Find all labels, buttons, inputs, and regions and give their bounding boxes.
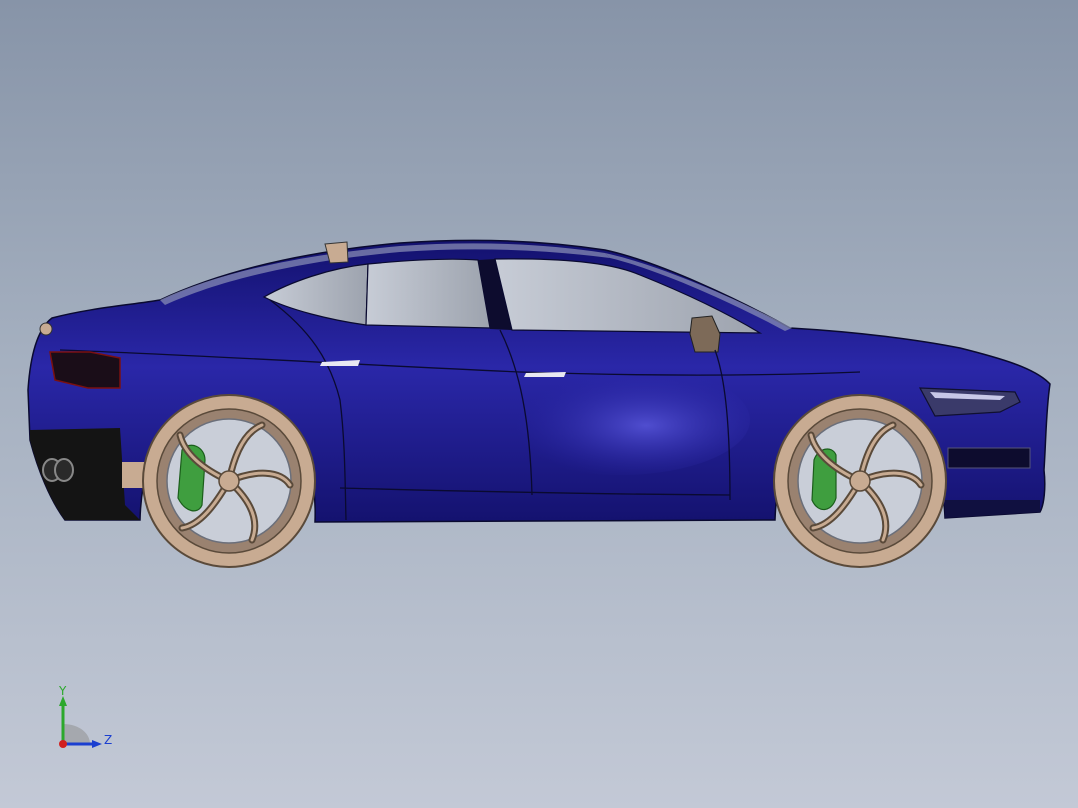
graphics-viewport[interactable]: Y Z [0, 0, 1078, 808]
rear-axle-stub [122, 462, 144, 488]
view-orientation-triad: Y Z [58, 684, 112, 748]
triad-plane-shading [63, 724, 90, 744]
rear-door-glass [365, 258, 491, 329]
car-model[interactable] [0, 0, 1078, 808]
rear-sensor [39, 322, 53, 336]
front-intake [947, 447, 1031, 469]
y-axis-label: Y [58, 684, 67, 698]
z-axis-label: Z [104, 733, 112, 747]
exhaust-tip-2 [54, 458, 74, 482]
front-wheel[interactable] [773, 394, 947, 568]
z-axis-arrow [92, 740, 102, 748]
rear-wheel[interactable] [142, 394, 316, 568]
door-highlight [490, 365, 750, 475]
front-hub [849, 470, 871, 492]
rear-hub [218, 470, 240, 492]
x-axis-point [59, 740, 67, 748]
